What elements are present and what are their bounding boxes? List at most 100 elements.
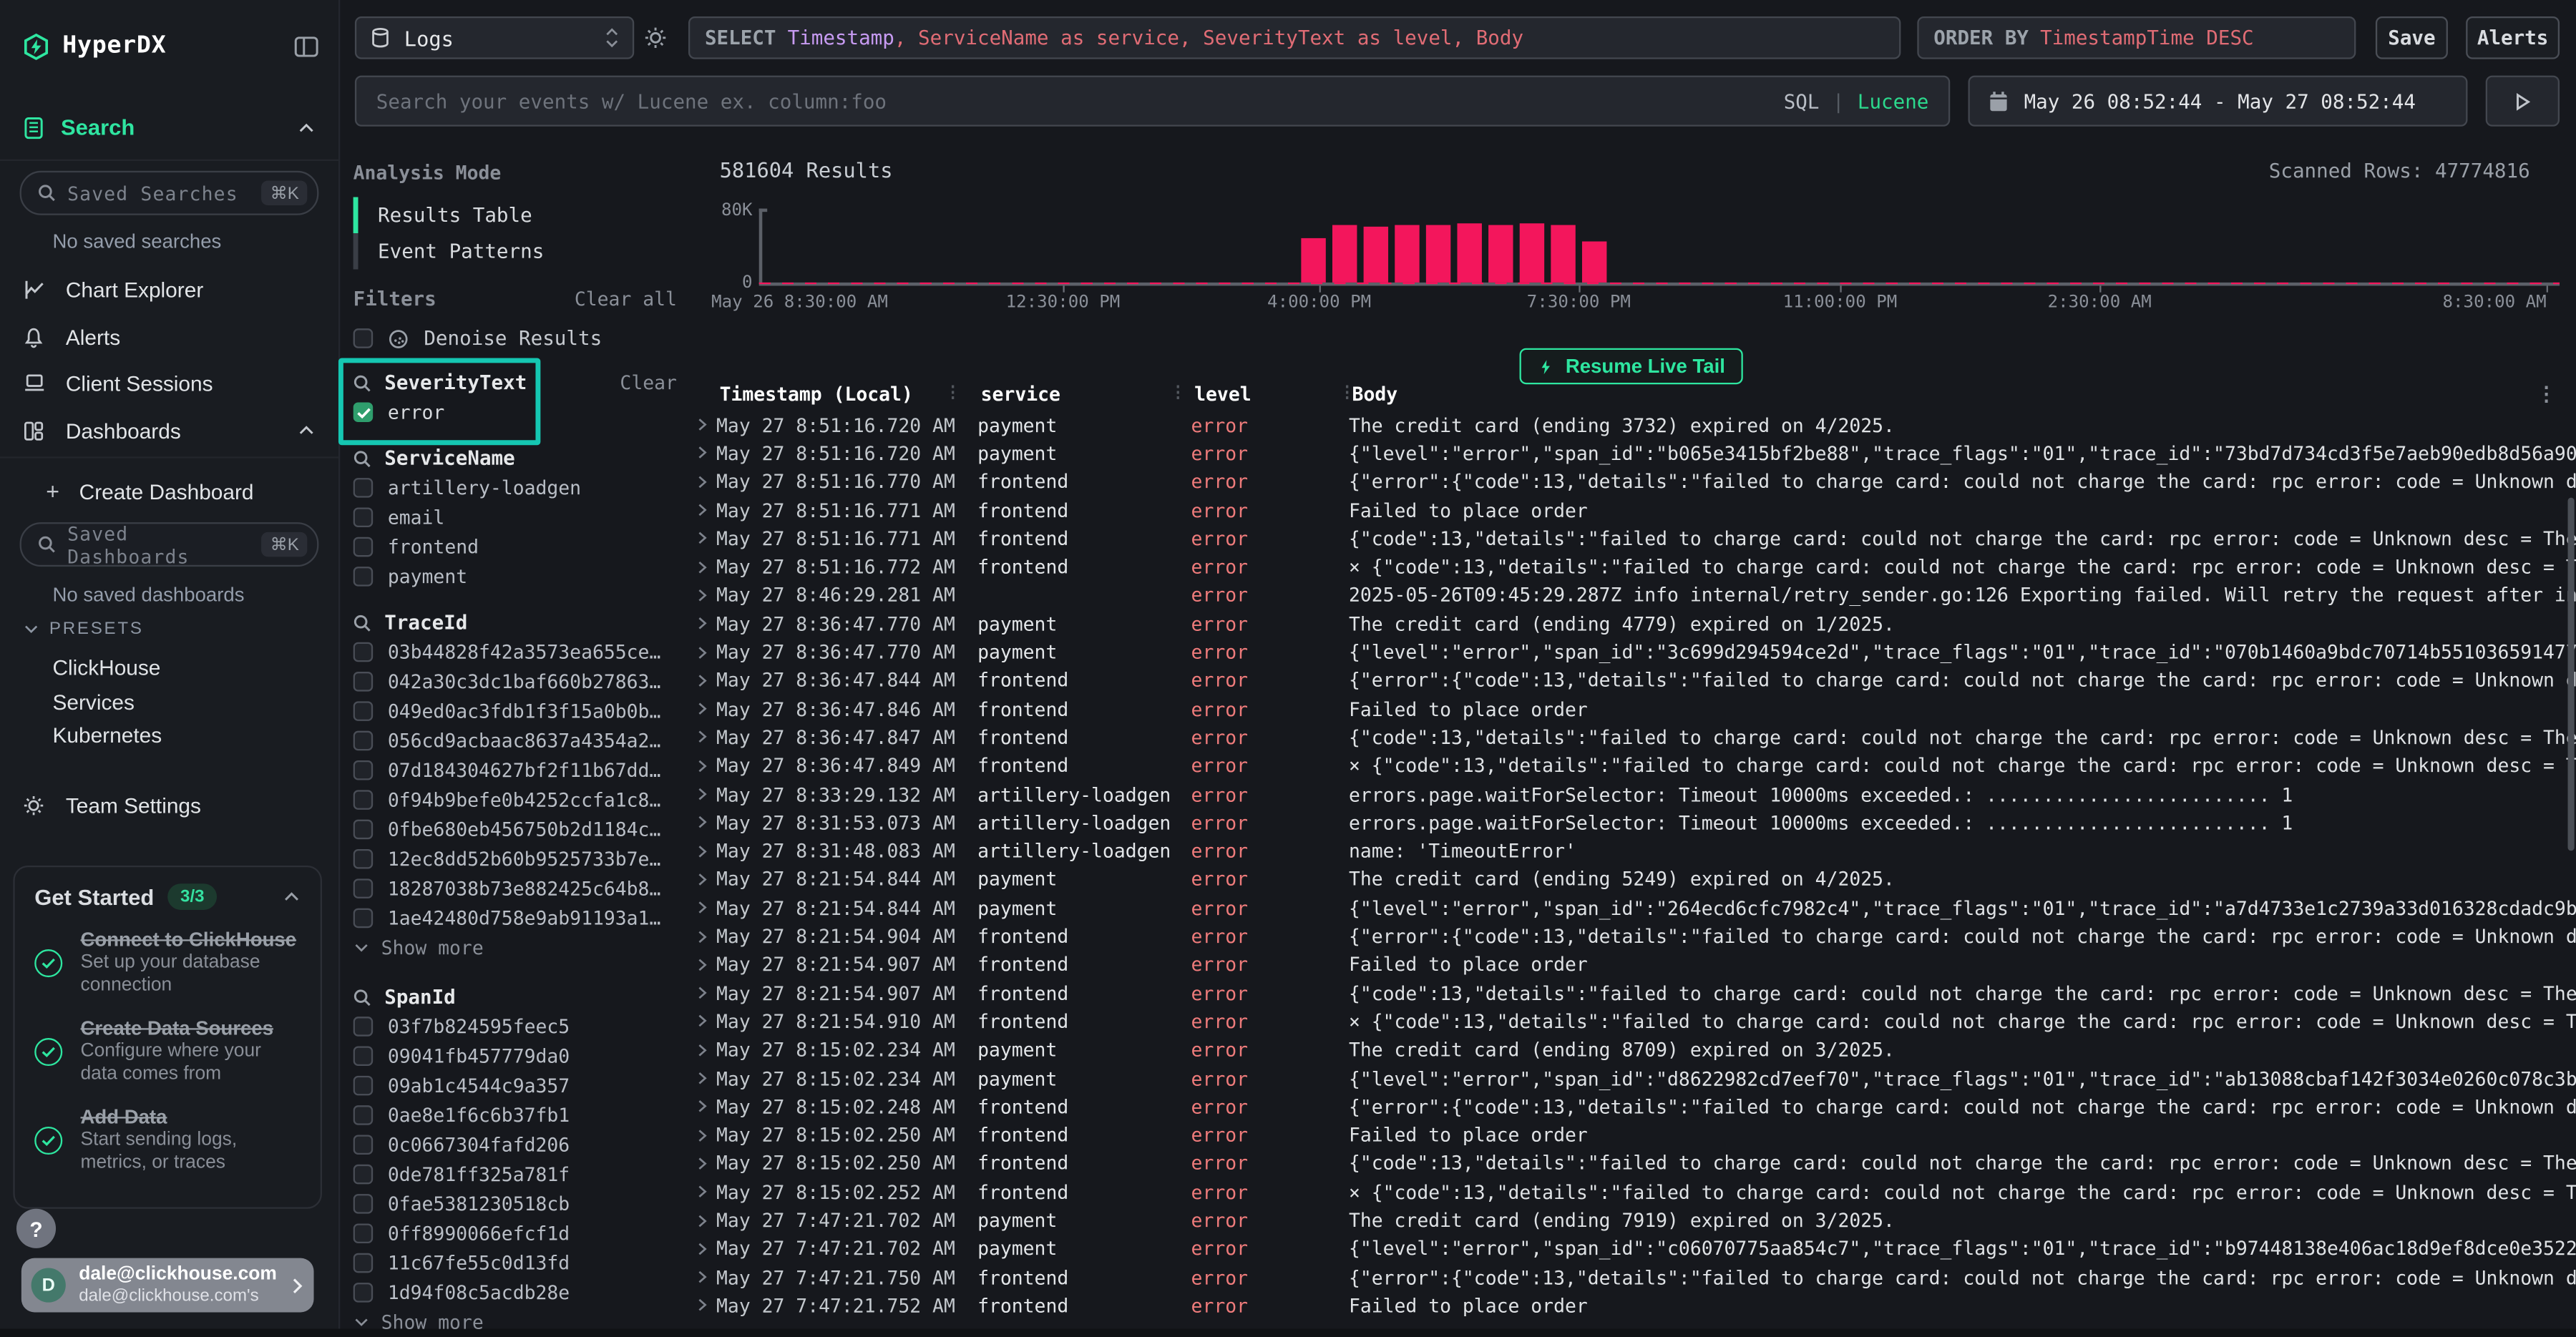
checkbox-unchecked[interactable] bbox=[353, 642, 374, 662]
row-expand-chevron-icon[interactable] bbox=[687, 417, 716, 432]
row-expand-chevron-icon[interactable] bbox=[687, 1213, 716, 1228]
saved-dashboards-input[interactable]: Saved Dashboards ⌘K bbox=[20, 522, 319, 567]
table-row[interactable]: May 27 8:36:47.847 AMfrontenderror{"code… bbox=[687, 723, 2576, 752]
histogram-bar[interactable] bbox=[1488, 225, 1513, 283]
table-row[interactable]: May 27 8:51:16.720 AMpaymenterrorThe cre… bbox=[687, 411, 2576, 439]
show-more-button[interactable]: Show more bbox=[353, 933, 677, 962]
row-expand-chevron-icon[interactable] bbox=[687, 872, 716, 887]
source-settings-gear-icon[interactable] bbox=[644, 26, 667, 49]
facet-option-0ff8990066efcf1d[interactable]: 0ff8990066efcf1d bbox=[353, 1219, 677, 1248]
table-row[interactable]: May 27 7:47:21.702 AMpaymenterrorThe cre… bbox=[687, 1206, 2576, 1235]
row-expand-chevron-icon[interactable] bbox=[687, 531, 716, 546]
row-expand-chevron-icon[interactable] bbox=[687, 702, 716, 717]
checkbox-checked[interactable] bbox=[353, 403, 374, 423]
mode-event-patterns[interactable]: Event Patterns bbox=[353, 233, 677, 270]
facet-option-1ae42480d758e9ab91193a1-[interactable]: 1ae42480d758e9ab91193a1… bbox=[353, 903, 677, 933]
table-row[interactable]: May 27 8:21:54.844 AMpaymenterrorThe cre… bbox=[687, 865, 2576, 893]
facet-option-0fae5381230518cb[interactable]: 0fae5381230518cb bbox=[353, 1189, 677, 1218]
facet-option-07d184304627bf2f11b67dd-[interactable]: 07d184304627bf2f11b67dd… bbox=[353, 755, 677, 785]
table-row[interactable]: May 27 8:15:02.250 AMfrontenderrorFailed… bbox=[687, 1121, 2576, 1150]
preset-link-clickhouse[interactable]: ClickHouse bbox=[52, 655, 160, 680]
checkbox-unchecked[interactable] bbox=[353, 567, 374, 587]
histogram-bar[interactable] bbox=[1551, 225, 1575, 283]
histogram-bar[interactable] bbox=[1395, 225, 1419, 283]
facet-clear-button[interactable]: Clear bbox=[620, 371, 676, 394]
facet-option-0c0667304fafd206[interactable]: 0c0667304fafd206 bbox=[353, 1130, 677, 1160]
time-range-picker[interactable]: May 26 08:52:44 - May 27 08:52:44 bbox=[1968, 76, 2468, 127]
table-row[interactable]: May 27 8:33:29.132 AMartillery-loadgener… bbox=[687, 780, 2576, 808]
checkbox-unchecked[interactable] bbox=[353, 537, 374, 557]
table-row[interactable]: May 27 8:21:54.844 AMpaymenterror{"level… bbox=[687, 893, 2576, 922]
sidebar-item-search[interactable]: Search bbox=[0, 95, 338, 161]
checkbox-unchecked[interactable] bbox=[353, 878, 374, 898]
resume-live-tail-button[interactable]: Resume Live Tail bbox=[1520, 348, 1744, 385]
saved-searches-input[interactable]: Saved Searches ⌘K bbox=[20, 171, 319, 215]
search-icon[interactable] bbox=[353, 449, 371, 467]
table-row[interactable]: May 27 8:46:29.281 AMerror2025-05-26T09:… bbox=[687, 581, 2576, 609]
histogram-bar[interactable] bbox=[1426, 225, 1450, 283]
histogram-bar[interactable] bbox=[1301, 238, 1325, 283]
histogram-bar[interactable] bbox=[1520, 223, 1544, 283]
table-row[interactable]: May 27 8:36:47.770 AMpaymenterrorThe cre… bbox=[687, 609, 2576, 638]
facet-option-payment[interactable]: payment bbox=[353, 562, 677, 591]
table-row[interactable]: May 27 8:31:48.083 AMartillery-loadgener… bbox=[687, 837, 2576, 866]
show-more-button[interactable]: Show more bbox=[353, 1308, 677, 1337]
row-expand-chevron-icon[interactable] bbox=[687, 673, 716, 688]
table-row[interactable]: May 27 8:21:54.907 AMfrontenderrorFailed… bbox=[687, 951, 2576, 979]
row-expand-chevron-icon[interactable] bbox=[687, 1042, 716, 1057]
row-expand-chevron-icon[interactable] bbox=[687, 617, 716, 632]
facet-option-049ed0ac3fdb1f3f15a0b0b-[interactable]: 049ed0ac3fdb1f3f15a0b0b… bbox=[353, 696, 677, 725]
facet-option-09041fb457779da0[interactable]: 09041fb457779da0 bbox=[353, 1042, 677, 1071]
preset-link-kubernetes[interactable]: Kubernetes bbox=[52, 723, 162, 747]
presets-toggle[interactable]: PRESETS bbox=[23, 619, 144, 640]
table-row[interactable]: May 27 8:36:47.844 AMfrontenderror{"erro… bbox=[687, 666, 2576, 695]
table-row[interactable]: May 27 8:51:16.771 AMfrontenderror{"code… bbox=[687, 524, 2576, 553]
sidebar-item-dashboards[interactable]: Dashboards bbox=[0, 409, 338, 452]
checkbox-unchecked[interactable] bbox=[353, 790, 374, 810]
row-expand-chevron-icon[interactable] bbox=[687, 559, 716, 574]
checkbox-unchecked[interactable] bbox=[353, 1135, 374, 1155]
row-expand-chevron-icon[interactable] bbox=[687, 843, 716, 858]
checkbox-unchecked[interactable] bbox=[353, 672, 374, 692]
row-expand-chevron-icon[interactable] bbox=[687, 1156, 716, 1171]
row-expand-chevron-icon[interactable] bbox=[687, 588, 716, 603]
get-started-item[interactable]: Add DataStart sending logs, metrics, or … bbox=[34, 1105, 301, 1176]
row-expand-chevron-icon[interactable] bbox=[687, 1270, 716, 1285]
sql-mode-option[interactable]: SQL bbox=[1784, 89, 1820, 112]
column-resizer[interactable]: ⋮ bbox=[945, 384, 961, 402]
row-expand-chevron-icon[interactable] bbox=[687, 1071, 716, 1086]
row-expand-chevron-icon[interactable] bbox=[687, 901, 716, 916]
column-header-level[interactable]: level bbox=[1194, 383, 1251, 406]
column-resizer[interactable]: ⋮ bbox=[1170, 384, 1186, 402]
row-expand-chevron-icon[interactable] bbox=[687, 645, 716, 660]
checkbox-unchecked[interactable] bbox=[353, 1194, 374, 1214]
table-row[interactable]: May 27 8:15:02.248 AMfrontenderror{"erro… bbox=[687, 1092, 2576, 1121]
preset-link-services[interactable]: Services bbox=[52, 689, 134, 713]
checkbox-unchecked[interactable] bbox=[353, 1165, 374, 1185]
facet-option-artillery-loadgen[interactable]: artillery-loadgen bbox=[353, 473, 677, 502]
source-select[interactable]: Logs bbox=[355, 16, 634, 59]
column-header-timestamp[interactable]: Timestamp (Local) bbox=[720, 383, 913, 406]
row-expand-chevron-icon[interactable] bbox=[687, 1298, 716, 1313]
table-row[interactable]: May 27 8:31:53.073 AMartillery-loadgener… bbox=[687, 808, 2576, 837]
table-row[interactable]: May 27 8:36:47.770 AMpaymenterror{"level… bbox=[687, 638, 2576, 667]
table-row[interactable]: May 27 8:21:54.904 AMfrontenderror{"erro… bbox=[687, 922, 2576, 951]
row-expand-chevron-icon[interactable] bbox=[687, 1014, 716, 1029]
histogram-bar[interactable] bbox=[1332, 225, 1357, 283]
table-row[interactable]: May 27 7:47:21.750 AMfrontenderror{"erro… bbox=[687, 1263, 2576, 1292]
facet-option-03f7b824595feec5[interactable]: 03f7b824595feec5 bbox=[353, 1012, 677, 1041]
row-expand-chevron-icon[interactable] bbox=[687, 446, 716, 461]
query-language-toggle[interactable]: SQL | Lucene bbox=[1784, 89, 1929, 112]
facet-option-frontend[interactable]: frontend bbox=[353, 532, 677, 562]
facet-option-11c67fe55c0d13fd[interactable]: 11c67fe55c0d13fd bbox=[353, 1248, 677, 1278]
checkbox-unchecked[interactable] bbox=[353, 820, 374, 840]
row-expand-chevron-icon[interactable] bbox=[687, 1185, 716, 1200]
save-button[interactable]: Save bbox=[2376, 16, 2448, 59]
table-row[interactable]: May 27 8:21:54.907 AMfrontenderror{"code… bbox=[687, 979, 2576, 1007]
facet-option-0de781ff325a781f[interactable]: 0de781ff325a781f bbox=[353, 1160, 677, 1189]
row-expand-chevron-icon[interactable] bbox=[687, 986, 716, 1001]
facet-option-056cd9acbaac8637a4354a2-[interactable]: 056cd9acbaac8637a4354a2… bbox=[353, 726, 677, 755]
checkbox-unchecked[interactable] bbox=[353, 478, 374, 498]
user-menu[interactable]: D dale@clickhouse.com dale@clickhouse.co… bbox=[21, 1258, 314, 1313]
table-row[interactable]: May 27 8:51:16.771 AMfrontenderrorFailed… bbox=[687, 496, 2576, 524]
